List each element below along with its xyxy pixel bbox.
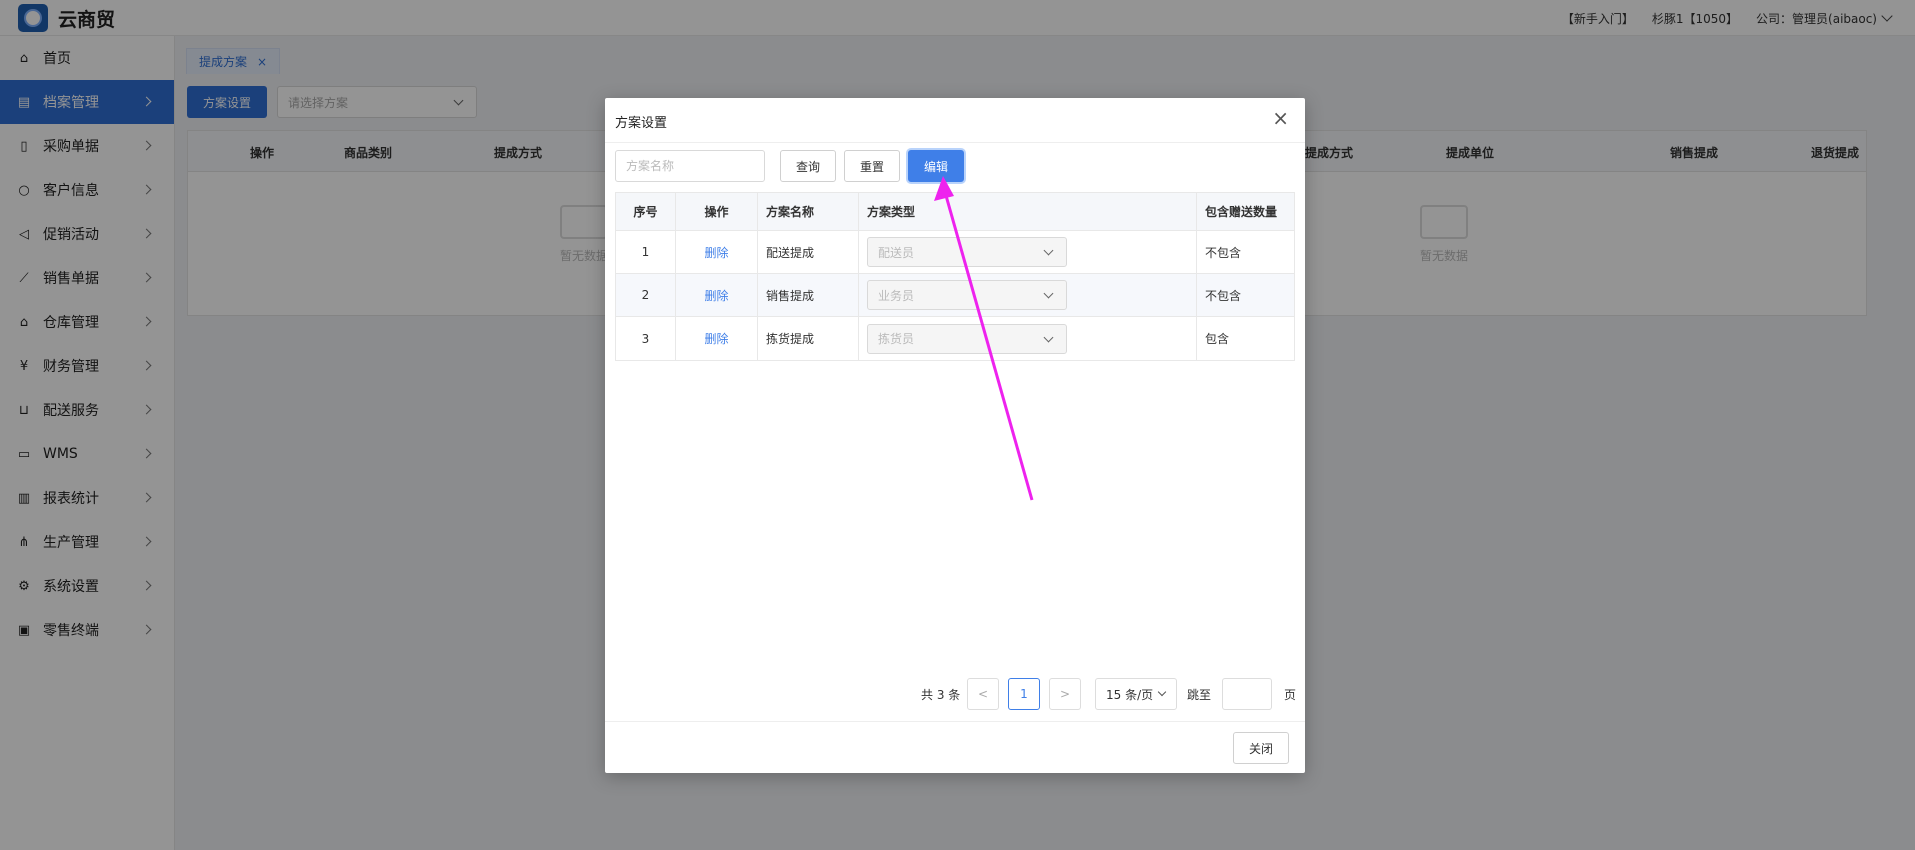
row-index: 2 <box>616 274 676 316</box>
chevron-down-icon <box>1157 687 1167 697</box>
chevron-down-icon <box>1043 288 1054 299</box>
table-header-row: 序号 操作 方案名称 方案类型 包含赠送数量 <box>616 193 1294 231</box>
dialog-footer: 关闭 <box>605 721 1305 774</box>
jump-page-input[interactable] <box>1222 678 1272 710</box>
scheme-type-select[interactable]: 配送员 <box>867 237 1067 267</box>
pagination-total: 共 3 条 <box>921 687 961 702</box>
column-header: 包含赠送数量 <box>1205 205 1278 219</box>
row-index: 1 <box>616 231 676 273</box>
delete-link[interactable]: 删除 <box>704 330 728 347</box>
chevron-down-icon <box>1043 245 1054 256</box>
scheme-settings-dialog: 方案设置 × 查询 重置 编辑 序号 操作 方案名称 方案类型 包含赠送数量 1… <box>605 98 1305 773</box>
prev-page-button[interactable]: < <box>967 678 999 710</box>
page-1-button[interactable]: 1 <box>1008 678 1040 710</box>
include-gift-value: 包含 <box>1205 332 1230 346</box>
page-unit-label: 页 <box>1284 687 1297 702</box>
pagination: 共 3 条 < 1 > 15 条/页 跳至 页 <box>605 678 1305 710</box>
table-row: 2 删除 销售提成 业务员 不包含 <box>616 274 1294 317</box>
dialog-header: 方案设置 × <box>605 98 1305 143</box>
scheme-table: 序号 操作 方案名称 方案类型 包含赠送数量 1 删除 配送提成 配送员 不包含… <box>615 192 1295 361</box>
scheme-type-value: 业务员 <box>878 288 915 303</box>
jump-label: 跳至 <box>1187 687 1212 702</box>
scheme-type-cell: 拣货员 <box>859 317 1197 360</box>
scheme-name: 拣货提成 <box>758 317 859 360</box>
delete-link[interactable]: 删除 <box>704 244 728 261</box>
table-row: 3 删除 拣货提成 拣货员 包含 <box>616 317 1294 360</box>
chevron-down-icon <box>1043 332 1054 342</box>
scheme-name-input[interactable] <box>615 150 765 182</box>
scheme-type-value: 配送员 <box>878 245 915 260</box>
row-index: 3 <box>616 317 676 360</box>
page-size-select[interactable]: 15 条/页 <box>1095 678 1177 710</box>
row-action-cell: 删除 <box>676 274 758 316</box>
close-icon[interactable]: × <box>1272 106 1289 130</box>
row-action-cell: 删除 <box>676 317 758 360</box>
scheme-type-select[interactable]: 业务员 <box>867 280 1067 310</box>
scheme-type-select[interactable]: 拣货员 <box>867 323 1067 354</box>
query-button[interactable]: 查询 <box>780 150 836 182</box>
column-header: 操作 <box>676 193 758 230</box>
column-header: 序号 <box>616 193 676 230</box>
scheme-name: 销售提成 <box>758 274 859 316</box>
edit-button[interactable]: 编辑 <box>908 150 964 182</box>
scheme-type-value: 拣货员 <box>878 332 915 346</box>
include-gift-value: 不包含 <box>1205 245 1242 260</box>
page-size-value: 15 条/页 <box>1106 687 1154 702</box>
table-row: 1 删除 配送提成 配送员 不包含 <box>616 231 1294 274</box>
row-action-cell: 删除 <box>676 231 758 273</box>
delete-link[interactable]: 删除 <box>704 287 728 304</box>
scheme-name: 配送提成 <box>758 231 859 273</box>
scheme-type-cell: 业务员 <box>859 274 1197 316</box>
close-button[interactable]: 关闭 <box>1233 732 1289 764</box>
include-gift-value: 不包含 <box>1205 288 1242 303</box>
reset-button[interactable]: 重置 <box>844 150 900 182</box>
column-header: 方案名称 <box>758 193 859 230</box>
next-page-button[interactable]: > <box>1049 678 1081 710</box>
dialog-title: 方案设置 <box>615 116 668 131</box>
column-header: 方案类型 <box>859 193 1197 230</box>
scheme-type-cell: 配送员 <box>859 231 1197 273</box>
